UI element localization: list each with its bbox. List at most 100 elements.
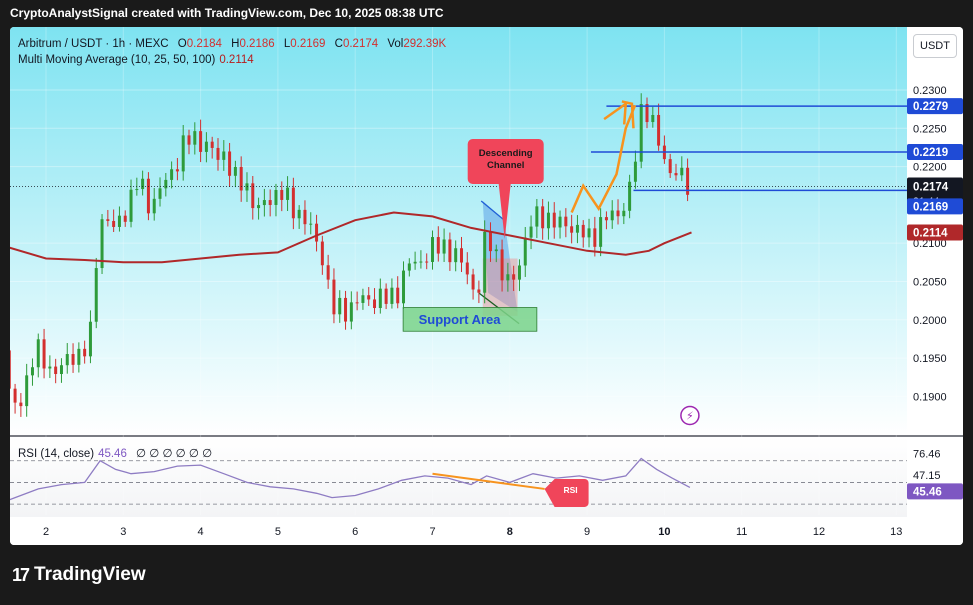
candle-body — [239, 166, 243, 191]
price-tick-label: 0.2300 — [913, 85, 947, 97]
time-tick-label: 6 — [352, 526, 358, 538]
time-tick-label: 3 — [120, 526, 126, 538]
candle-body — [384, 288, 388, 304]
price-tick-label: 0.2050 — [913, 276, 947, 288]
candle-body — [210, 141, 214, 148]
tradingview-brand: TradingView — [34, 564, 146, 585]
rsi-legend: RSI (14, close) 45.46 ∅ ∅ ∅ ∅ ∅ ∅ — [18, 446, 212, 460]
candle-body — [135, 189, 139, 191]
currency-button[interactable]: USDT — [913, 34, 957, 58]
last-price-label: 0.2174 — [913, 181, 949, 193]
candle-body — [448, 239, 452, 263]
candle-body — [222, 151, 226, 160]
candle-body — [170, 169, 174, 180]
candle-body — [552, 212, 556, 228]
candle-body — [65, 354, 69, 366]
tradingview-mark-icon: 17 — [12, 564, 30, 585]
candle-body — [77, 348, 81, 365]
time-tick-label: 4 — [198, 526, 204, 538]
candle-body — [94, 268, 98, 322]
candle-body — [599, 217, 603, 247]
candle-body — [558, 216, 562, 228]
tradingview-logo: 17 TradingView — [12, 564, 146, 586]
candle-body — [181, 135, 185, 172]
candle-body — [541, 206, 545, 229]
candle-body — [129, 189, 133, 222]
candle-body — [10, 350, 11, 389]
candle-body — [48, 366, 52, 369]
descending-channel-label-line2: Channel — [487, 160, 524, 171]
rsi-indicator-label[interactable]: RSI (14, close) — [18, 448, 94, 460]
candle-body — [25, 375, 29, 407]
candle-body — [274, 189, 278, 205]
candle-body — [378, 288, 382, 309]
symbol-title[interactable]: Arbitrum / USDT · 1h · MEXC — [18, 38, 169, 50]
candle-body — [83, 348, 87, 357]
time-tick-label: 11 — [736, 526, 747, 538]
candle-body — [123, 215, 127, 222]
candle-body — [30, 367, 34, 376]
candle-body — [344, 297, 348, 322]
candle-body — [19, 402, 23, 407]
price-tick-label: 0.2200 — [913, 162, 947, 174]
candle-body — [141, 178, 145, 190]
time-tick-label: 8 — [507, 526, 513, 538]
candle-body — [175, 169, 179, 172]
open-value: 0.2184 — [186, 38, 222, 50]
candle-body — [315, 223, 319, 242]
candle-body — [257, 205, 261, 209]
candle-body — [332, 279, 336, 315]
candle-body — [593, 228, 597, 247]
time-tick-label: 5 — [275, 526, 281, 538]
header-caption: CryptoAnalystSignal created with Trading… — [10, 6, 444, 20]
candle-body — [407, 263, 411, 271]
candle-body — [674, 173, 678, 176]
candle-body — [338, 297, 342, 315]
candle-body — [320, 241, 324, 266]
close-value: 0.2174 — [342, 38, 379, 50]
candle-body — [216, 147, 220, 160]
high-value: 0.2186 — [239, 38, 275, 50]
chart-frame[interactable]: Support Area Descending Channel ⚡ RSI 0.23… — [10, 27, 963, 545]
candle-body — [251, 183, 255, 209]
candle-body — [633, 161, 637, 182]
candle-body — [616, 210, 620, 217]
rsi-extra-values: ∅ ∅ ∅ ∅ ∅ ∅ — [136, 448, 213, 460]
candle-body — [309, 223, 313, 225]
descending-channel-label-line1: Descending — [479, 148, 533, 159]
price-tick-label: 0.2000 — [913, 315, 947, 327]
candle-body — [390, 287, 394, 304]
candle-body — [13, 388, 17, 403]
close-label: C — [334, 38, 343, 50]
candle-body — [610, 210, 614, 221]
candle-body — [570, 226, 574, 233]
candle-body — [581, 224, 585, 238]
candle-body — [193, 131, 197, 145]
candle-body — [587, 228, 591, 238]
time-tick-label: 9 — [584, 526, 590, 538]
candle-body — [228, 151, 232, 176]
price-tick-label: 0.1950 — [913, 353, 947, 365]
candle-body — [297, 209, 301, 219]
main-pane-bg — [10, 27, 907, 435]
candle-body — [112, 220, 116, 227]
candle-body — [494, 249, 498, 252]
lightning-glyph: ⚡ — [686, 410, 694, 423]
candle-body — [488, 231, 492, 252]
candle-body — [54, 366, 58, 375]
chart-canvas[interactable]: Support Area DescendingChannel ⚡ RSI 0.23… — [10, 27, 963, 545]
candle-body — [117, 215, 121, 227]
candle-body — [402, 270, 406, 304]
candle-body — [71, 354, 75, 365]
candle-body — [500, 249, 504, 281]
price-level-label: 0.2279 — [913, 101, 948, 113]
time-tick-label: 13 — [890, 526, 902, 538]
candle-body — [291, 187, 295, 219]
candle-body — [465, 262, 469, 275]
volume-value: 292.39K — [403, 38, 447, 50]
time-tick-label: 2 — [43, 526, 49, 538]
ma-indicator-label[interactable]: Multi Moving Average (10, 25, 50, 100) — [18, 54, 215, 66]
candle-body — [471, 274, 475, 290]
candle-body — [373, 299, 377, 309]
candle-body — [604, 217, 608, 221]
